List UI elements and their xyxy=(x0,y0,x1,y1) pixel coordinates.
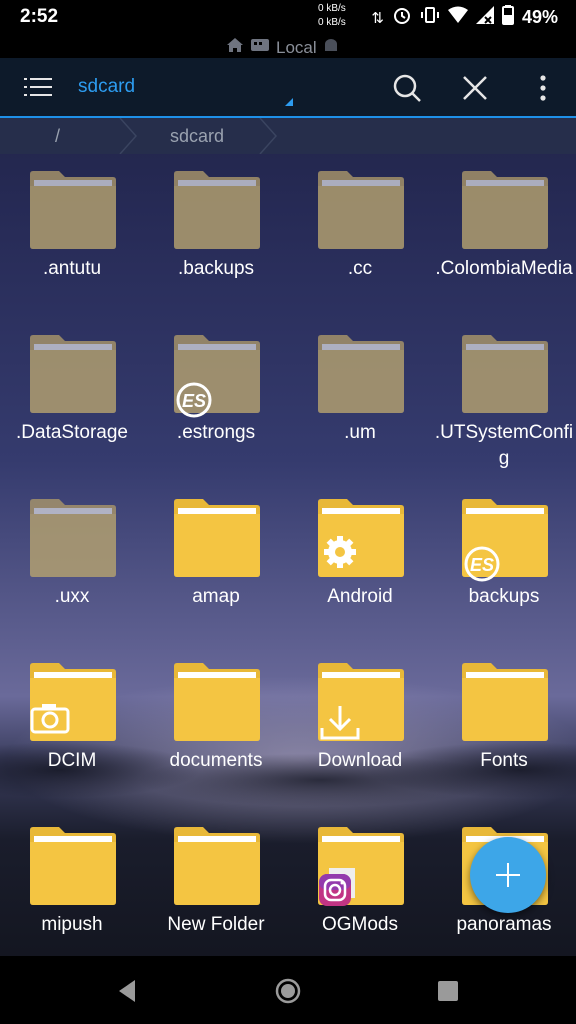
folder-label: mipush xyxy=(41,914,103,935)
cell-signal-icon xyxy=(475,6,494,29)
home-icon[interactable] xyxy=(226,37,244,58)
folder-item[interactable]: .DataStorage xyxy=(0,324,144,488)
folder-item[interactable]: documents xyxy=(144,652,288,816)
folder-label: .um xyxy=(344,422,376,443)
folder-item[interactable]: .UTSystemConfig xyxy=(432,324,576,488)
folder-label: amap xyxy=(192,586,240,607)
location-label: Local xyxy=(276,37,317,57)
folder-label: Download xyxy=(317,750,403,771)
folder-item[interactable]: DCIM xyxy=(0,652,144,816)
location-bar: Local xyxy=(0,34,576,58)
android-icon[interactable] xyxy=(323,37,339,58)
folder-label: .antutu xyxy=(42,258,102,279)
folder-item[interactable]: amap xyxy=(144,488,288,652)
folder-item[interactable]: .backups xyxy=(144,160,288,324)
svg-text:ES: ES xyxy=(182,391,206,411)
gear-icon xyxy=(320,532,360,577)
folder-label: New Folder xyxy=(167,914,265,935)
folder-label: DCIM xyxy=(47,750,97,771)
camera-icon xyxy=(30,702,70,739)
folder-icon xyxy=(28,170,118,250)
toolbar-title[interactable]: sdcard xyxy=(78,76,135,98)
folder-icon xyxy=(28,826,118,906)
folder-item[interactable]: ES .estrongs xyxy=(144,324,288,488)
battery-icon xyxy=(501,5,514,30)
dropdown-corner-icon[interactable] xyxy=(285,98,293,106)
folder-label: Fonts xyxy=(480,750,528,771)
breadcrumb: / sdcard xyxy=(0,117,576,155)
breadcrumb-sdcard[interactable]: sdcard xyxy=(170,126,224,147)
folder-label: documents xyxy=(169,750,263,771)
folder-item[interactable]: .ColombiaMedia xyxy=(432,160,576,324)
folder-label: .UTSystemConfig xyxy=(434,422,574,469)
battery-percentage: 49% xyxy=(521,7,558,27)
data-transfer-icon: ⇅ xyxy=(371,9,384,27)
folder-label: .DataStorage xyxy=(16,422,128,443)
navigation-bar xyxy=(0,956,576,1024)
folder-icon xyxy=(28,334,118,414)
status-icons: ⇅ 49% xyxy=(371,5,558,30)
folder-label: .cc xyxy=(347,258,373,279)
more-options-icon[interactable] xyxy=(526,71,560,105)
folder-item[interactable]: .antutu xyxy=(0,160,144,324)
net-up-speed: 0 kB/s xyxy=(318,3,346,14)
search-icon[interactable] xyxy=(390,71,424,105)
status-time: 2:52 xyxy=(20,6,59,27)
folder-label: OGMods xyxy=(321,914,399,935)
folder-item[interactable]: .uxx xyxy=(0,488,144,652)
breadcrumb-root[interactable]: / xyxy=(55,126,60,147)
home-button-icon[interactable] xyxy=(273,976,303,1006)
wifi-icon xyxy=(447,6,468,29)
folder-label: Android xyxy=(327,586,393,607)
network-speed: 0 kB/s 0 kB/s xyxy=(318,2,346,30)
folder-item[interactable]: ES backups xyxy=(432,488,576,652)
svg-text:ES: ES xyxy=(470,555,494,575)
back-icon[interactable] xyxy=(113,976,143,1006)
add-button[interactable] xyxy=(470,837,546,913)
folder-icon xyxy=(316,334,406,414)
es-icon: ES xyxy=(462,544,502,589)
folder-icon xyxy=(460,170,550,250)
instagram-icon xyxy=(317,866,357,911)
menu-icon[interactable] xyxy=(24,74,52,100)
breadcrumb-separator-icon xyxy=(118,117,138,155)
top-toolbar: sdcard xyxy=(0,58,576,118)
folder-icon xyxy=(172,662,262,742)
folder-icon xyxy=(28,498,118,578)
breadcrumb-separator-icon xyxy=(258,117,278,155)
folder-icon xyxy=(460,334,550,414)
folder-item[interactable]: Fonts xyxy=(432,652,576,816)
location-indicator[interactable]: Local xyxy=(226,37,339,58)
folder-label: .estrongs xyxy=(176,422,256,443)
download-icon xyxy=(319,702,361,747)
folder-icon xyxy=(172,170,262,250)
folder-icon xyxy=(172,498,262,578)
folder-item[interactable]: Android xyxy=(288,488,432,652)
net-down-speed: 0 kB/s xyxy=(318,17,346,28)
folder-item[interactable]: .cc xyxy=(288,160,432,324)
folder-icon xyxy=(460,662,550,742)
folder-item[interactable]: Download xyxy=(288,652,432,816)
folder-item[interactable]: .um xyxy=(288,324,432,488)
folder-label: .backups xyxy=(177,258,255,279)
folder-label: .ColombiaMedia xyxy=(435,258,573,279)
folder-icon xyxy=(316,170,406,250)
folder-label: panoramas xyxy=(456,914,552,935)
es-icon: ES xyxy=(174,380,214,425)
recents-icon[interactable] xyxy=(433,976,463,1006)
vibrate-icon xyxy=(420,5,440,30)
close-icon[interactable] xyxy=(458,71,492,105)
folder-label: backups xyxy=(468,586,540,607)
alarm-icon xyxy=(392,5,412,30)
status-bar: 2:52 0 kB/s 0 kB/s ⇅ 49% xyxy=(0,0,576,34)
folder-label: .uxx xyxy=(54,586,90,607)
storage-icon xyxy=(250,37,270,58)
folder-icon xyxy=(172,826,262,906)
